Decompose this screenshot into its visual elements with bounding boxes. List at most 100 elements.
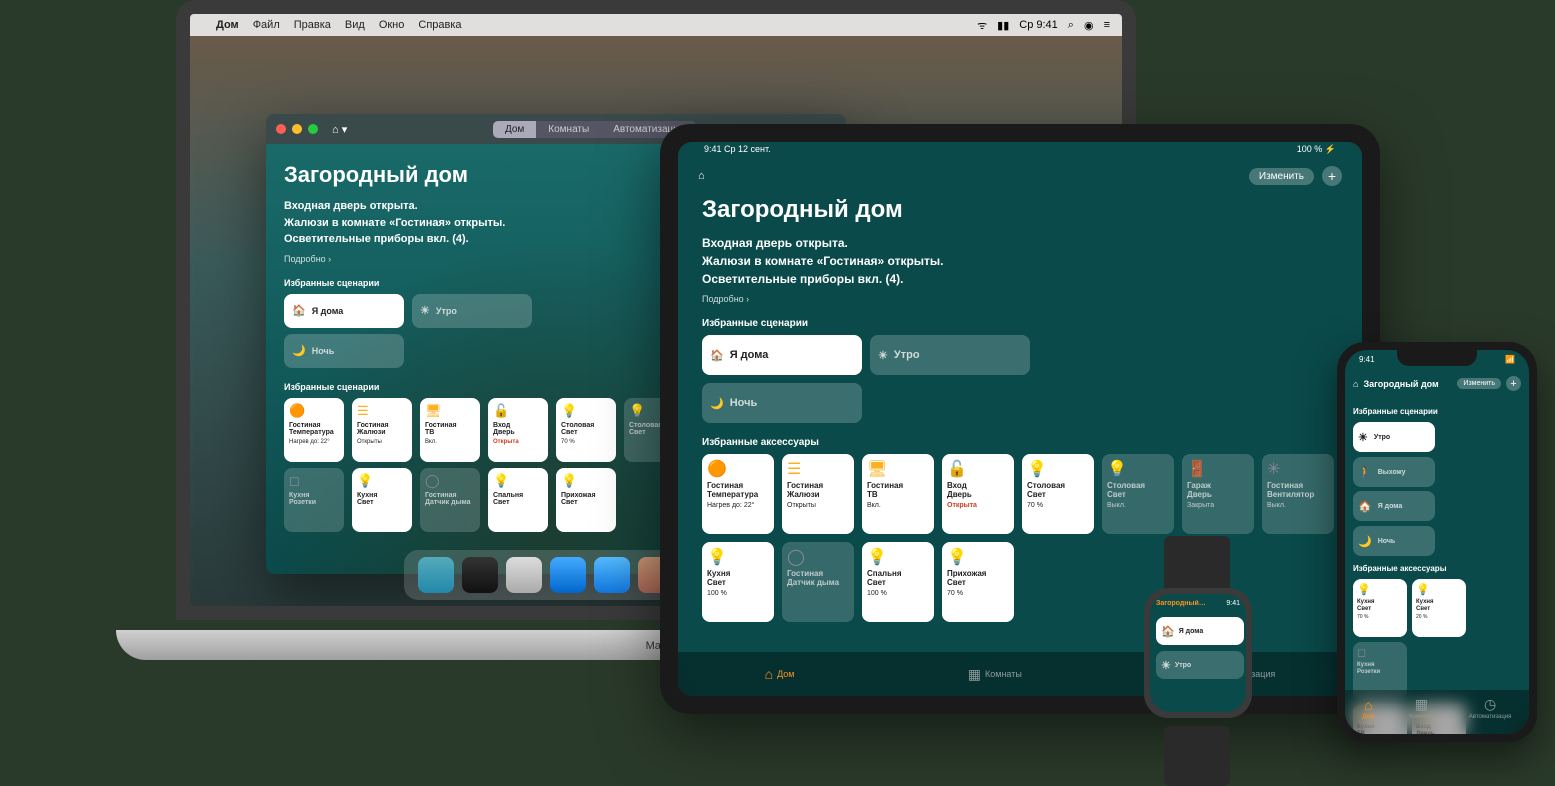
menu-list-icon[interactable]: ≡ xyxy=(1104,19,1110,31)
tab-rooms[interactable]: ▦Комнаты xyxy=(968,666,1022,683)
search-icon[interactable]: ⌕ xyxy=(1068,19,1074,32)
add-button[interactable]: + xyxy=(1322,166,1342,186)
scene-night[interactable]: 🌙Ночь xyxy=(1353,526,1435,556)
edit-button[interactable]: Изменить xyxy=(1249,168,1314,185)
bulb-icon: 💡 xyxy=(1027,459,1089,479)
dock-launchpad[interactable] xyxy=(506,557,542,593)
acc-entry-door[interactable]: 🔓ВходДверьОткрыта xyxy=(942,454,1014,534)
tab-home[interactable]: Дом xyxy=(493,121,536,138)
acc-kitchen-light[interactable]: 💡КухняСвет100 % xyxy=(702,542,774,622)
dock-safari[interactable] xyxy=(550,557,586,593)
add-button[interactable]: + xyxy=(1506,376,1521,391)
ipad-device: 9:41 Ср 12 сент. 100 % ⚡ ⌂ Изменить + За… xyxy=(660,124,1380,714)
ipad-status-battery: 100 % ⚡ xyxy=(1297,144,1336,162)
tab-home[interactable]: ⌂Дом xyxy=(1363,697,1375,720)
blinds-icon: ☰ xyxy=(787,459,849,479)
acc-living-temp[interactable]: 🟠ГостинаяТемператураНагрев до: 22° xyxy=(284,398,344,462)
acc-living-temp[interactable]: 🟠ГостинаяТемператураНагрев до: 22° xyxy=(702,454,774,534)
acc-garage-door[interactable]: 🚪ГаражДверьЗакрыта xyxy=(1182,454,1254,534)
macos-menubar: Дом Файл Правка Вид Окно Справка ᯤ ▮▮ Ср… xyxy=(190,14,1122,36)
dock-mail[interactable] xyxy=(594,557,630,593)
ipad-more-link[interactable]: Подробно › xyxy=(702,294,1338,304)
iphone-signal-icon: 📶 xyxy=(1505,355,1515,374)
tab-rooms[interactable]: ▦Комнаты xyxy=(1409,696,1434,720)
watch-scene-morning[interactable]: ☀Утро xyxy=(1156,651,1244,679)
acc-kitchen-light[interactable]: 💡КухняСвет xyxy=(352,468,412,532)
acc-living-tv[interactable]: 🖥ГостинаяТВВкл. xyxy=(862,454,934,534)
tab-automation[interactable]: ◷Автоматизация xyxy=(1469,696,1512,720)
acc-living-blinds[interactable]: ☰ГостинаяЖалюзиОткрыты xyxy=(352,398,412,462)
menubar-clock[interactable]: Ср 9:41 xyxy=(1019,19,1058,31)
watch-title: Загородный… xyxy=(1156,600,1206,607)
dock-finder[interactable] xyxy=(418,557,454,593)
menubar-view[interactable]: Вид xyxy=(345,19,365,31)
ipad-status-summary: Входная дверь открыта. Жалюзи в комнате … xyxy=(702,234,1338,288)
dock-siri[interactable] xyxy=(462,557,498,593)
menubar-help[interactable]: Справка xyxy=(418,19,461,31)
acc-kitchen-light-70[interactable]: 💡КухняСвет70 % xyxy=(1353,579,1407,637)
bulb-icon: 💡 xyxy=(357,473,407,489)
acc-hall-light[interactable]: 💡ПрихожаяСвет70 % xyxy=(942,542,1014,622)
bulb-icon: 💡 xyxy=(1107,459,1169,479)
menubar-window[interactable]: Окно xyxy=(379,19,405,31)
acc-dining-light[interactable]: 💡СтоловаяСвет70 % xyxy=(1022,454,1094,534)
acc-entry-door[interactable]: 🔓ВходДверьОткрыта xyxy=(488,398,548,462)
acc-kitchen-outlet[interactable]: ◻КухняРозетки xyxy=(284,468,344,532)
acc-living-fan[interactable]: ✳ГостинаяВентиляторВыкл. xyxy=(1262,454,1334,534)
thermostat-icon: 🟠 xyxy=(289,403,339,419)
lock-open-icon: 🔓 xyxy=(947,459,1009,479)
tab-home[interactable]: ⌂Дом xyxy=(765,666,795,682)
menubar-app-name[interactable]: Дом xyxy=(216,19,239,31)
scene-night[interactable]: 🌙Ночь xyxy=(702,383,862,423)
sun-icon: ☀ xyxy=(1161,659,1171,672)
scene-night[interactable]: 🌙Ночь xyxy=(284,334,404,368)
close-traffic-light[interactable] xyxy=(276,124,286,134)
acc-living-smoke[interactable]: ◯ГостинаяДатчик дыма xyxy=(420,468,480,532)
acc-living-tv[interactable]: 🖥ГостинаяТВВкл. xyxy=(420,398,480,462)
acc-bedroom-light[interactable]: 💡СпальняСвет100 % xyxy=(862,542,934,622)
minimize-traffic-light[interactable] xyxy=(292,124,302,134)
bulb-icon: 💡 xyxy=(947,547,1009,567)
scene-i-am-home[interactable]: 🏠Я дома xyxy=(284,294,404,328)
menubar-file[interactable]: Файл xyxy=(253,19,280,31)
garage-icon: 🚪 xyxy=(1187,459,1249,479)
acc-dining-light[interactable]: 💡СтоловаяСвет70 % xyxy=(556,398,616,462)
home-icon-button[interactable]: ⌂ ▾ xyxy=(332,123,347,136)
acc-living-blinds[interactable]: ☰ГостинаяЖалюзиОткрыты xyxy=(782,454,854,534)
edit-button[interactable]: Изменить xyxy=(1457,378,1501,389)
menubar-edit[interactable]: Правка xyxy=(294,19,331,31)
acc-dining-light-off[interactable]: 💡СтоловаяСветВыкл. xyxy=(1102,454,1174,534)
siri-icon[interactable]: ◉ xyxy=(1084,19,1094,32)
bulb-icon: 💡 xyxy=(867,547,929,567)
ipad-statusbar: 9:41 Ср 12 сент. 100 % ⚡ xyxy=(678,142,1362,162)
iphone-notch xyxy=(1397,350,1477,366)
ipad-section-scenes: Избранные сценарии xyxy=(702,318,1338,329)
wifi-icon[interactable]: ᯤ xyxy=(977,18,987,33)
fan-icon: ✳ xyxy=(1267,459,1329,479)
acc-hall-light[interactable]: 💡ПрихожаяСвет xyxy=(556,468,616,532)
zoom-traffic-light[interactable] xyxy=(308,124,318,134)
battery-icon[interactable]: ▮▮ xyxy=(997,19,1009,32)
bulb-icon: 💡 xyxy=(707,547,769,567)
watch-time: 9:41 xyxy=(1226,600,1240,607)
scene-leaving[interactable]: 🚶Выхожу xyxy=(1353,457,1435,487)
acc-kitchen-light-20[interactable]: 💡КухняСвет20 % xyxy=(1412,579,1466,637)
sensor-icon: ◯ xyxy=(787,547,849,567)
scene-morning[interactable]: ☀Утро xyxy=(412,294,532,328)
sun-icon: ☀ xyxy=(878,349,888,362)
scene-morning[interactable]: ☀Утро xyxy=(1353,422,1435,452)
acc-living-smoke[interactable]: ◯ГостинаяДатчик дыма xyxy=(782,542,854,622)
scene-i-am-home[interactable]: 🏠Я дома xyxy=(1353,491,1435,521)
scene-i-am-home[interactable]: 🏠Я дома xyxy=(702,335,862,375)
house-icon: ⌂ xyxy=(1364,697,1372,713)
home-nav-icon[interactable]: ⌂ xyxy=(1353,379,1358,389)
ipad-status-time: 9:41 Ср 12 сент. xyxy=(704,144,771,162)
home-scene-icon: 🏠 xyxy=(1358,500,1372,513)
home-nav-icon[interactable]: ⌂ xyxy=(698,170,705,182)
scene-morning[interactable]: ☀Утро xyxy=(870,335,1030,375)
moon-icon: 🌙 xyxy=(292,344,306,357)
tab-rooms[interactable]: Комнаты xyxy=(536,121,601,138)
acc-bedroom-light[interactable]: 💡СпальняСвет xyxy=(488,468,548,532)
bulb-icon: 💡 xyxy=(1416,583,1462,596)
watch-scene-home[interactable]: 🏠Я дома xyxy=(1156,617,1244,645)
